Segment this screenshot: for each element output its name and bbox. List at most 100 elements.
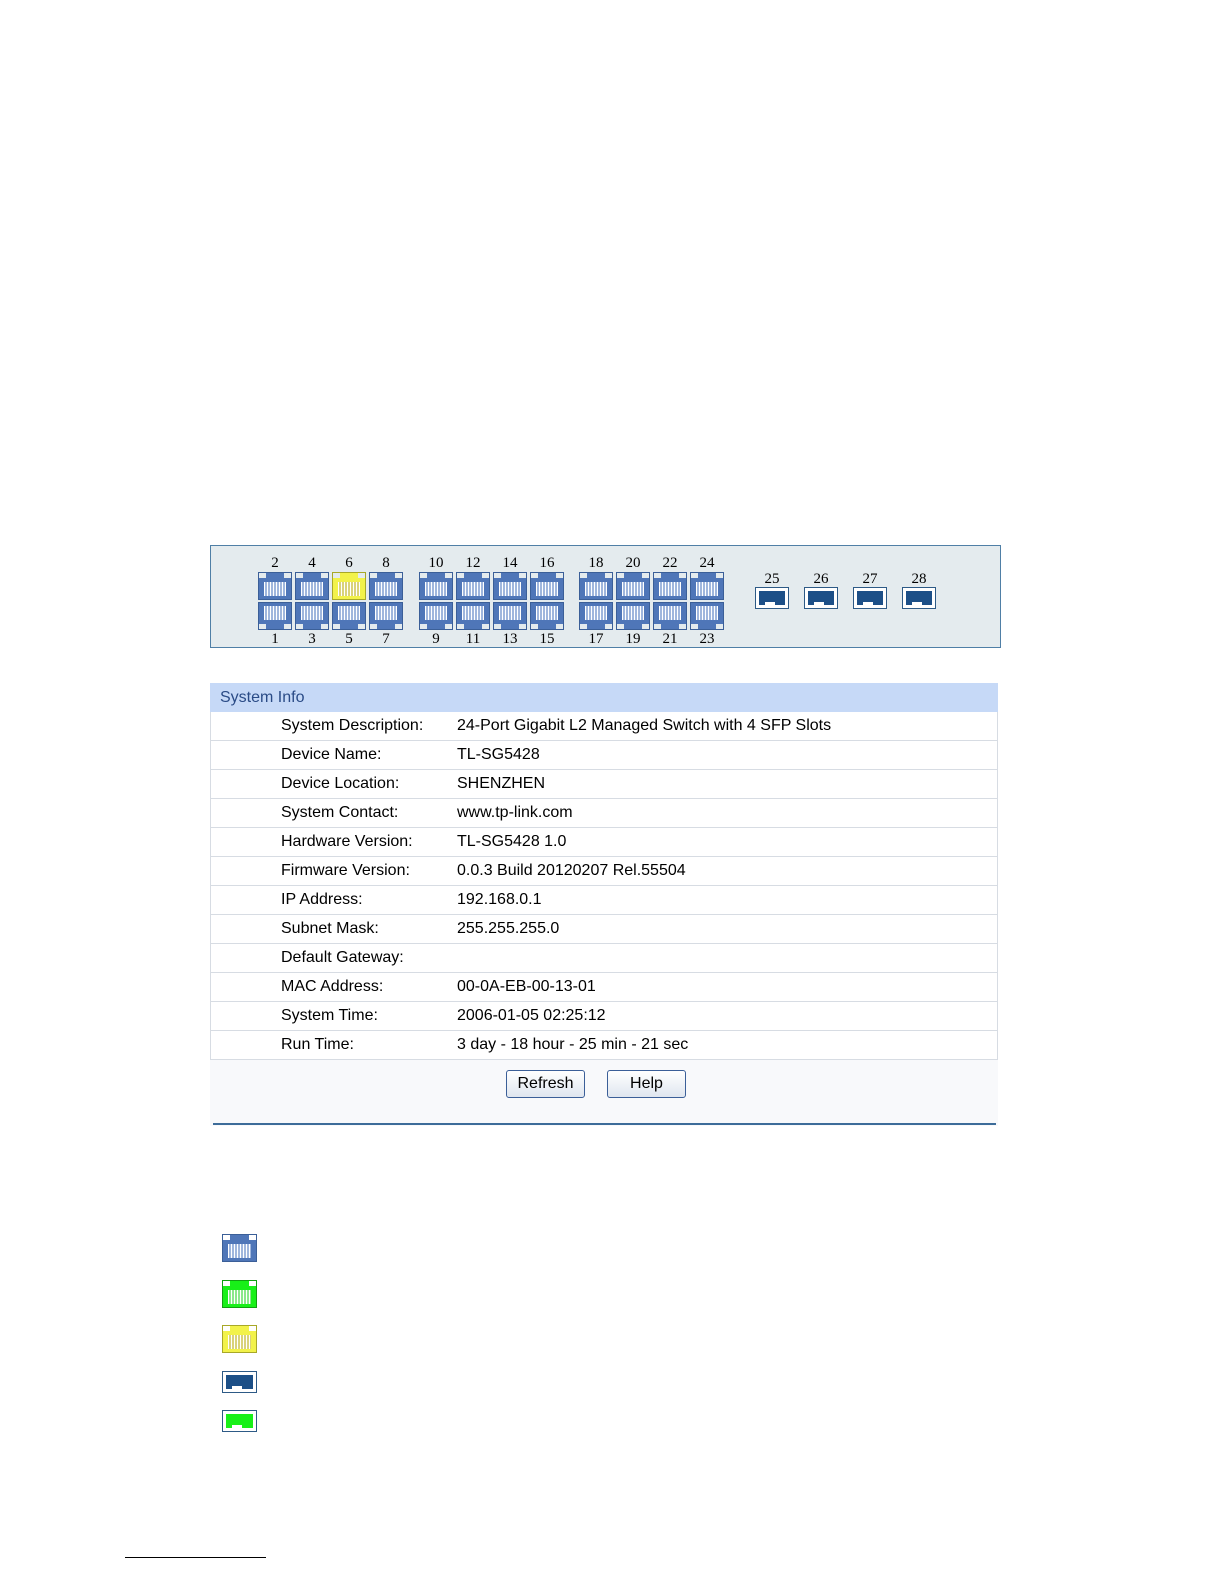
info-row: Subnet Mask: 255.255.255.0 [210, 915, 998, 944]
sfp-port-27-icon[interactable] [853, 587, 887, 609]
port-label-bottom: 15 [539, 631, 555, 647]
port-10-icon[interactable] [419, 572, 453, 600]
info-row: Run Time: 3 day - 18 hour - 25 min - 21 s… [210, 1031, 998, 1060]
info-label: Device Location: [281, 775, 400, 792]
port-label-top: 6 [345, 555, 353, 571]
sfp-port-label: 27 [862, 571, 878, 587]
info-label: Run Time: [281, 1036, 354, 1053]
info-label: Device Name: [281, 746, 382, 763]
info-row: IP Address: 192.168.0.1 [210, 886, 998, 915]
port-label-bottom: 11 [465, 631, 481, 647]
port-20-icon[interactable] [616, 572, 650, 600]
port-15-icon[interactable] [530, 602, 564, 630]
sfp-port-label: 25 [764, 571, 780, 587]
system-info-table: System Info System Description: 24-Port G… [210, 683, 998, 1126]
port-label-top: 2 [271, 555, 279, 571]
port-status-panel: 2 1 4 3 6 5 8 7 10 9 12 11 14 13 16 15 18 17 20 19 22 21 24 23 2… [210, 545, 1001, 648]
port-2-icon[interactable] [258, 572, 292, 600]
info-value: TL-SG5428 [457, 746, 540, 763]
port-label-top: 8 [382, 555, 390, 571]
port-label-bottom: 7 [382, 631, 390, 647]
info-label: System Contact: [281, 804, 399, 821]
info-value: 0.0.3 Build 20120207 Rel.55504 [457, 862, 686, 879]
info-row: System Description: 24-Port Gigabit L2 Ma… [210, 712, 998, 741]
rj45-port-green-icon [222, 1280, 257, 1308]
port-label-bottom: 3 [308, 631, 316, 647]
info-label: Hardware Version: [281, 833, 413, 850]
info-label: System Description: [281, 717, 424, 734]
info-row: System Contact: www.tp-link.com [210, 799, 998, 828]
port-23-icon[interactable] [690, 602, 724, 630]
port-4-icon[interactable] [295, 572, 329, 600]
port-19-icon[interactable] [616, 602, 650, 630]
port-label-bottom: 1 [271, 631, 279, 647]
info-value: TL-SG5428 1.0 [457, 833, 567, 850]
port-label-bottom: 13 [502, 631, 518, 647]
port-6-icon[interactable] [332, 572, 366, 600]
info-label: Firmware Version: [281, 862, 410, 879]
port-label-top: 10 [428, 555, 444, 571]
system-info-rows: System Description: 24-Port Gigabit L2 Ma… [210, 712, 998, 1060]
port-label-top: 4 [308, 555, 316, 571]
info-value: www.tp-link.com [457, 804, 573, 821]
port-9-icon[interactable] [419, 602, 453, 630]
info-row: Device Name: TL-SG5428 [210, 741, 998, 770]
port-8-icon[interactable] [369, 572, 403, 600]
port-24-icon[interactable] [690, 572, 724, 600]
port-label-top: 18 [588, 555, 604, 571]
info-value: 00-0A-EB-00-13-01 [457, 978, 596, 995]
port-13-icon[interactable] [493, 602, 527, 630]
info-value: 3 day - 18 hour - 25 min - 21 sec [457, 1036, 689, 1053]
port-label-bottom: 5 [345, 631, 353, 647]
sfp-port-label: 28 [911, 571, 927, 587]
sfp-port-green-icon [222, 1410, 257, 1432]
port-7-icon[interactable] [369, 602, 403, 630]
button-bar: Refresh Help [210, 1060, 998, 1126]
info-label: Subnet Mask: [281, 920, 379, 937]
port-5-icon[interactable] [332, 602, 366, 630]
system-info-header: System Info [210, 683, 998, 712]
port-label-top: 24 [699, 555, 715, 571]
info-row: Default Gateway: [210, 944, 998, 973]
info-row: Hardware Version: TL-SG5428 1.0 [210, 828, 998, 857]
footnote-rule [125, 1557, 266, 1558]
info-value: 255.255.255.0 [457, 920, 560, 937]
info-label: MAC Address: [281, 978, 384, 995]
info-row: Firmware Version: 0.0.3 Build 20120207 Re… [210, 857, 998, 886]
port-label-bottom: 23 [699, 631, 715, 647]
info-row: Device Location: SHENZHEN [210, 770, 998, 799]
help-button[interactable]: Help [607, 1070, 686, 1098]
port-3-icon[interactable] [295, 602, 329, 630]
port-17-icon[interactable] [579, 602, 613, 630]
port-12-icon[interactable] [456, 572, 490, 600]
port-1-icon[interactable] [258, 602, 292, 630]
info-value: 24-Port Gigabit L2 Managed Switch with 4… [457, 717, 832, 734]
info-label: System Time: [281, 1007, 378, 1024]
port-label-top: 12 [465, 555, 481, 571]
port-11-icon[interactable] [456, 602, 490, 630]
info-row: MAC Address: 00-0A-EB-00-13-01 [210, 973, 998, 1002]
info-label: Default Gateway: [281, 949, 404, 966]
sfp-port-26-icon[interactable] [804, 587, 838, 609]
port-label-top: 16 [539, 555, 555, 571]
rj45-port-yellow-icon [222, 1325, 257, 1353]
port-label-bottom: 21 [662, 631, 678, 647]
info-value: 2006-01-05 02:25:12 [457, 1007, 606, 1024]
port-22-icon[interactable] [653, 572, 687, 600]
port-21-icon[interactable] [653, 602, 687, 630]
port-14-icon[interactable] [493, 572, 527, 600]
sfp-port-25-icon[interactable] [755, 587, 789, 609]
sfp-port-label: 26 [813, 571, 829, 587]
info-value: SHENZHEN [457, 775, 546, 792]
section-divider [213, 1123, 996, 1125]
port-18-icon[interactable] [579, 572, 613, 600]
port-label-top: 14 [502, 555, 518, 571]
port-16-icon[interactable] [530, 572, 564, 600]
refresh-button[interactable]: Refresh [506, 1070, 585, 1098]
port-label-bottom: 19 [625, 631, 641, 647]
sfp-port-28-icon[interactable] [902, 587, 936, 609]
info-value: 192.168.0.1 [457, 891, 542, 908]
port-label-top: 20 [625, 555, 641, 571]
port-label-bottom: 17 [588, 631, 604, 647]
info-row: System Time: 2006-01-05 02:25:12 [210, 1002, 998, 1031]
